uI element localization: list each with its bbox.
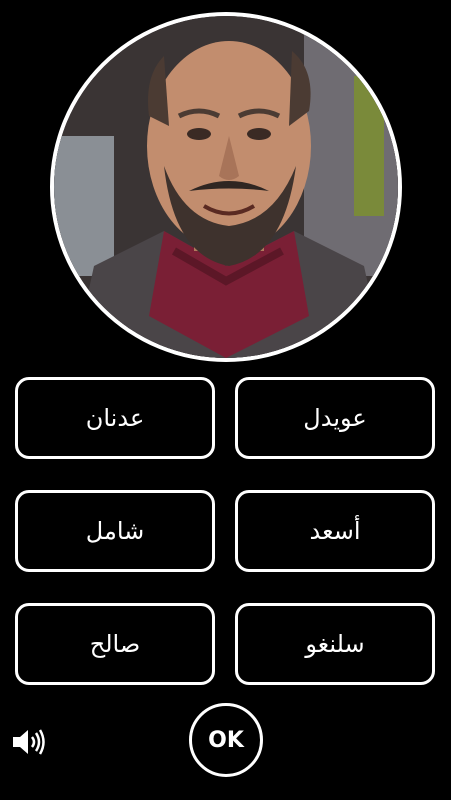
answer-label: صالح — [89, 630, 141, 658]
portrait-photo — [54, 16, 398, 358]
speaker-icon — [13, 729, 45, 755]
answer-button-3[interactable]: أسعد — [235, 490, 435, 572]
answer-button-6[interactable]: صالح — [15, 603, 215, 685]
answer-button-4[interactable]: شامل — [15, 490, 215, 572]
answer-label: عدنان — [85, 404, 145, 432]
answer-label: سلنغو — [305, 630, 365, 658]
answer-label: عويدل — [303, 404, 367, 432]
answer-label: أسعد — [309, 517, 361, 545]
answer-button-1[interactable]: عويدل — [235, 377, 435, 459]
answer-button-2[interactable]: عدنان — [15, 377, 215, 459]
character-photo — [50, 12, 402, 362]
answer-button-5[interactable]: سلنغو — [235, 603, 435, 685]
ok-label: OK — [208, 727, 244, 753]
answer-label: شامل — [85, 517, 145, 545]
ok-button[interactable]: OK — [189, 703, 263, 777]
sound-toggle-button[interactable] — [10, 727, 46, 757]
